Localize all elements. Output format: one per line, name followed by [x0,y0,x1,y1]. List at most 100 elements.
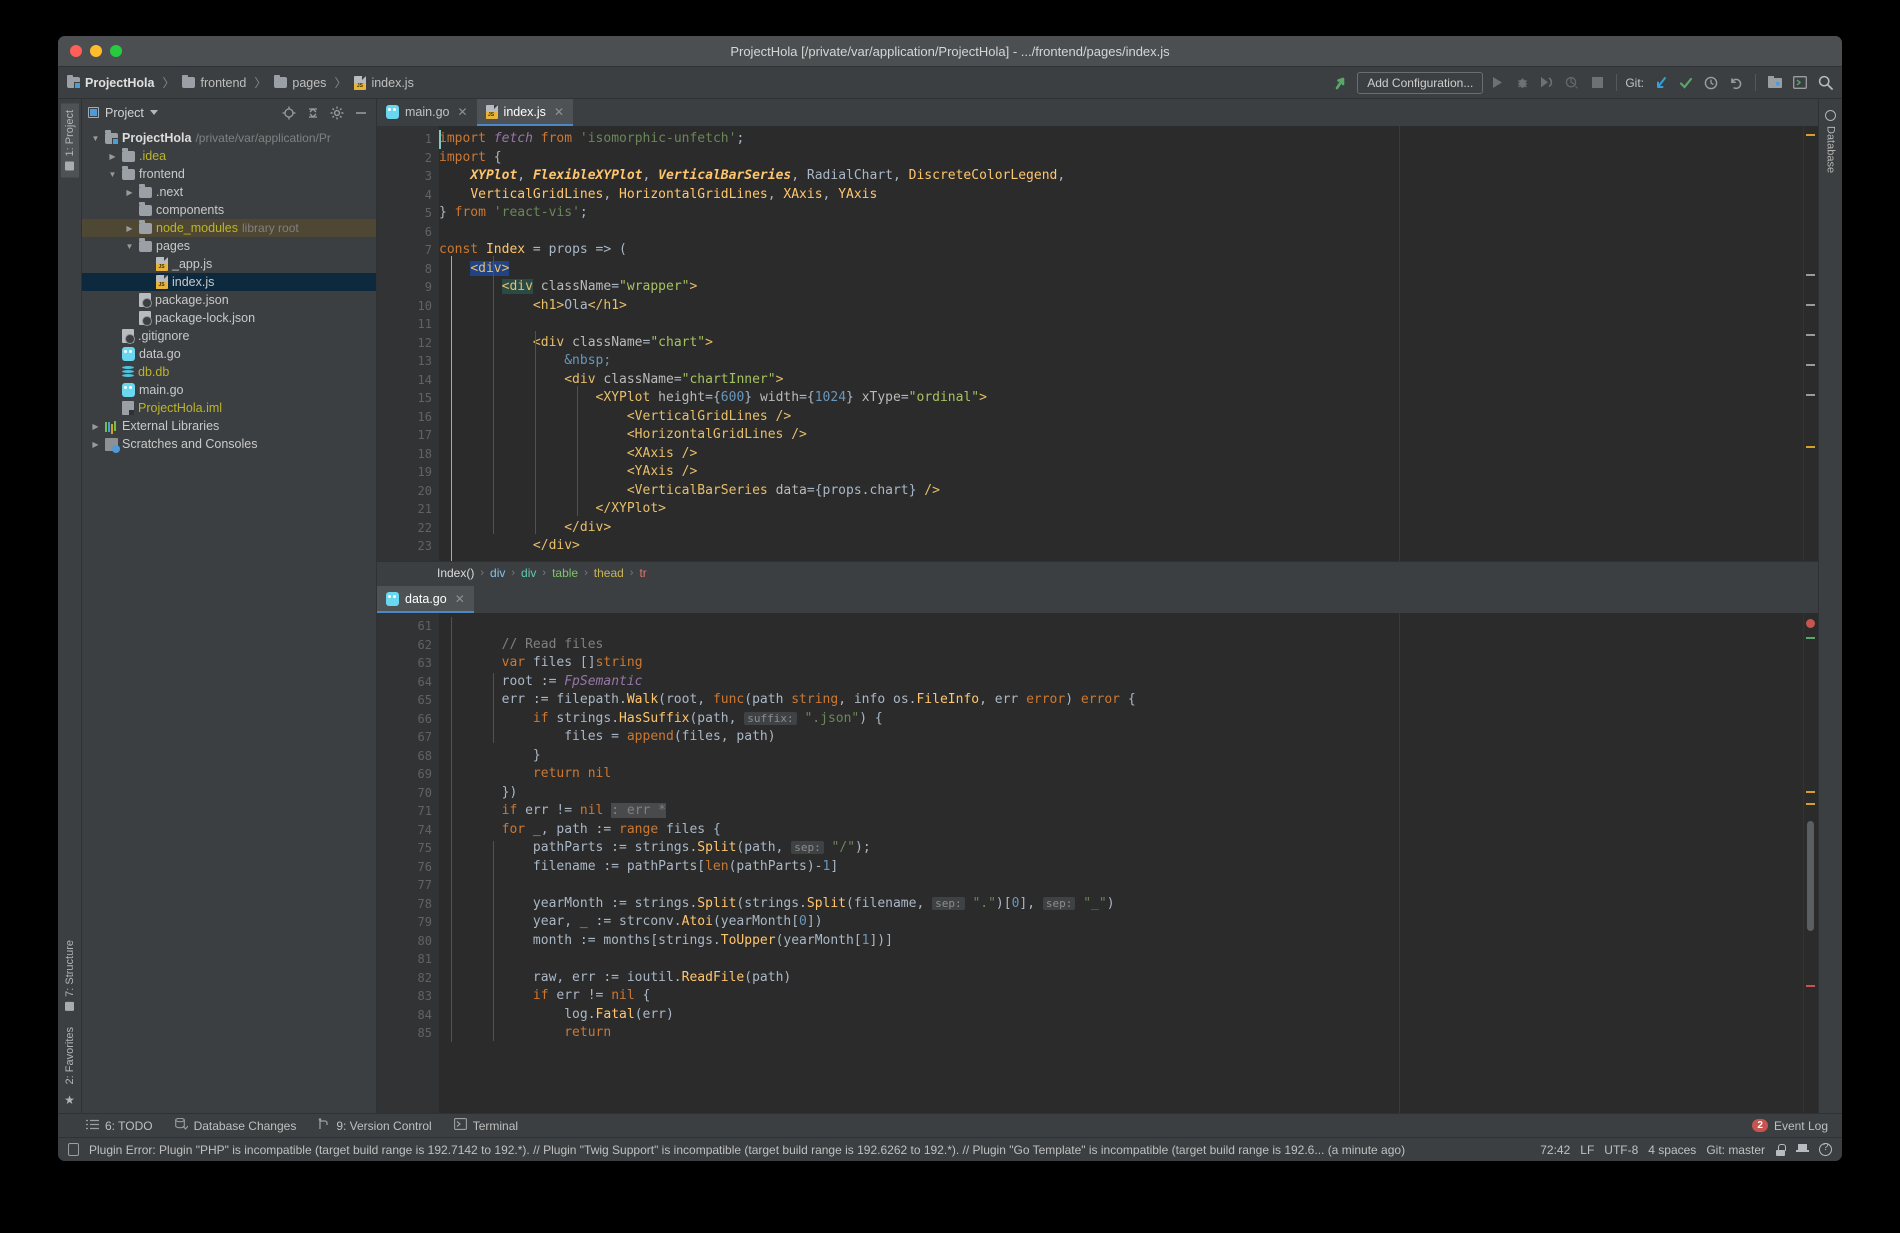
chevron-right-icon[interactable] [124,188,135,197]
breadcrumb-div[interactable]: div [521,566,536,580]
debug-icon[interactable] [1511,72,1533,94]
tool-button-todo[interactable]: 6: TODO [86,1119,153,1133]
tree-node--next[interactable]: .next [82,183,376,201]
tree-node-data-go[interactable]: data.go [82,345,376,363]
tree-node--gitignore[interactable]: .gitignore [82,327,376,345]
tree-node-pages[interactable]: pages [82,237,376,255]
breadcrumb-tr[interactable]: tr [639,566,646,580]
tool-button-terminal[interactable]: Terminal [453,1118,518,1133]
top-editor-marker-bar[interactable] [1803,126,1818,561]
editor-tab-index-js[interactable]: index.js ✕ [476,99,573,126]
run-icon[interactable] [1486,72,1508,94]
terminal-icon[interactable] [1789,72,1811,94]
tool-button-version-control[interactable]: 9: Version Control [318,1118,432,1133]
tree-node-main-go[interactable]: main.go [82,381,376,399]
inspection-icon[interactable] [1796,1143,1809,1156]
breadcrumb-item-index-js[interactable]: index.js [351,75,416,91]
sidebar-tab-favorites[interactable]: 2: Favorites [61,1020,79,1091]
line-number: 1 [377,130,453,149]
caret-position[interactable]: 72:42 [1540,1143,1570,1157]
editor-breadcrumb[interactable]: Index() › div › div › table › thead › tr [377,561,1818,583]
settings-gear-icon[interactable] [328,104,346,122]
add-configuration-button[interactable]: Add Configuration... [1357,71,1484,94]
close-window-button[interactable] [70,45,82,57]
window-controls[interactable] [58,45,122,57]
chevron-right-icon[interactable] [107,152,118,161]
breadcrumb-thead[interactable]: thead [594,566,624,580]
chevron-down-icon[interactable] [90,134,101,143]
top-editor-gutter[interactable]: 1234567891011121314151617181920212223 [377,126,453,561]
chevron-down-icon[interactable] [107,170,118,179]
star-icon[interactable]: ★ [64,1093,75,1107]
sidebar-tab-database[interactable]: Database [1822,103,1840,180]
project-tree[interactable]: ProjectHola/private/var/application/Pr .i… [82,126,376,1113]
notification-icon[interactable] [68,1143,79,1156]
breadcrumb-item-project[interactable]: ProjectHola [64,74,157,91]
locate-file-icon[interactable] [280,104,298,122]
chevron-down-icon[interactable] [124,242,135,251]
git-commit-icon[interactable] [1675,72,1697,94]
bottom-editor-marker-bar[interactable] [1803,613,1818,1113]
run-with-coverage-icon[interactable] [1536,72,1558,94]
tree-node-node-modules[interactable]: node_moduleslibrary root [82,219,376,237]
tree-node-frontend[interactable]: frontend [82,165,376,183]
collapse-all-icon[interactable] [304,104,322,122]
tree-node-external-libraries[interactable]: External Libraries [82,417,376,435]
tree-node-db-db[interactable]: db.db [82,363,376,381]
profile-icon[interactable] [1561,72,1583,94]
bottom-editor-pane[interactable]: 61 62 63 64 656667 6869 70717475 76 77 78 79 80 81 82… [377,613,1818,1113]
tool-button-database-changes[interactable]: Database Changes [174,1117,296,1133]
breadcrumb-table[interactable]: table [552,566,578,580]
close-tab-icon[interactable]: ✕ [554,105,564,119]
search-icon[interactable] [1814,72,1836,94]
tree-node-package-lock-json[interactable]: package-lock.json [82,309,376,327]
maximize-window-button[interactable] [110,45,122,57]
sidebar-tab-project[interactable]: 1: Project [60,103,79,178]
minimize-window-button[interactable] [90,45,102,57]
tree-node-projecthola[interactable]: ProjectHola/private/var/application/Pr [82,129,376,147]
git-history-icon[interactable] [1700,72,1722,94]
tree-node-index-js[interactable]: index.js [82,273,376,291]
indent-setting[interactable]: 4 spaces [1648,1143,1696,1157]
tree-node-scratches-and-consoles[interactable]: Scratches and Consoles [82,435,376,453]
lock-icon[interactable] [1775,1143,1786,1156]
breadcrumb-item-pages[interactable]: pages [271,74,329,91]
editor-tab-data-go[interactable]: data.go ✕ [377,586,474,613]
close-tab-icon[interactable]: ✕ [457,105,467,119]
breadcrumb-item-frontend[interactable]: frontend [179,74,249,91]
tree-node-components[interactable]: components [82,201,376,219]
run-anything-icon[interactable] [1332,73,1354,93]
tree-node-projecthola-iml[interactable]: ProjectHola.iml [82,399,376,417]
js-file-icon [156,257,168,271]
editor-tab-main-go[interactable]: main.go ✕ [377,99,477,126]
bottom-editor-gutter[interactable]: 61 62 63 64 656667 6869 70717475 76 77 78 79 80 81 82… [377,613,453,1113]
tree-node--app-js[interactable]: _app.js [82,255,376,273]
chevron-right-icon[interactable] [124,224,135,233]
git-branch[interactable]: Git: master [1706,1143,1765,1157]
file-encoding[interactable]: UTF-8 [1604,1143,1638,1157]
chevron-right-icon[interactable] [90,440,101,449]
line-separator[interactable]: LF [1580,1143,1594,1157]
project-structure-icon[interactable] [1764,72,1786,94]
tree-node--idea[interactable]: .idea [82,147,376,165]
hide-panel-icon[interactable] [352,104,370,122]
sidebar-tab-structure[interactable]: 7: Structure [61,933,79,1018]
breadcrumb-div[interactable]: div [490,566,505,580]
top-editor-code[interactable]: import fetch from 'isomorphic-unfetch'; … [439,126,1803,561]
help-settings-icon[interactable] [1819,1142,1832,1156]
close-tab-icon[interactable]: ✕ [455,592,465,606]
chevron-right-icon[interactable] [90,422,101,431]
line-number: 66 [377,710,453,729]
editor-area: main.go ✕ index.js ✕ 1234567891011121314… [377,99,1818,1113]
top-editor-pane[interactable]: 1234567891011121314151617181920212223 im… [377,126,1818,561]
ide-body: 1: Project 7: Structure 2: Favorites ★ P… [58,99,1842,1113]
event-log-button[interactable]: 2 Event Log [1752,1119,1828,1133]
status-message[interactable]: Plugin Error: Plugin "PHP" is incompatib… [89,1143,1530,1157]
breadcrumb-index[interactable]: Index() [437,566,474,580]
chevron-down-icon[interactable] [149,110,158,115]
bottom-editor-code[interactable]: // Read files var files []string root :=… [439,613,1803,1113]
git-update-project-icon[interactable] [1650,72,1672,94]
git-rollback-icon[interactable] [1725,72,1747,94]
tree-node-package-json[interactable]: package.json [82,291,376,309]
stop-icon[interactable] [1586,72,1608,94]
